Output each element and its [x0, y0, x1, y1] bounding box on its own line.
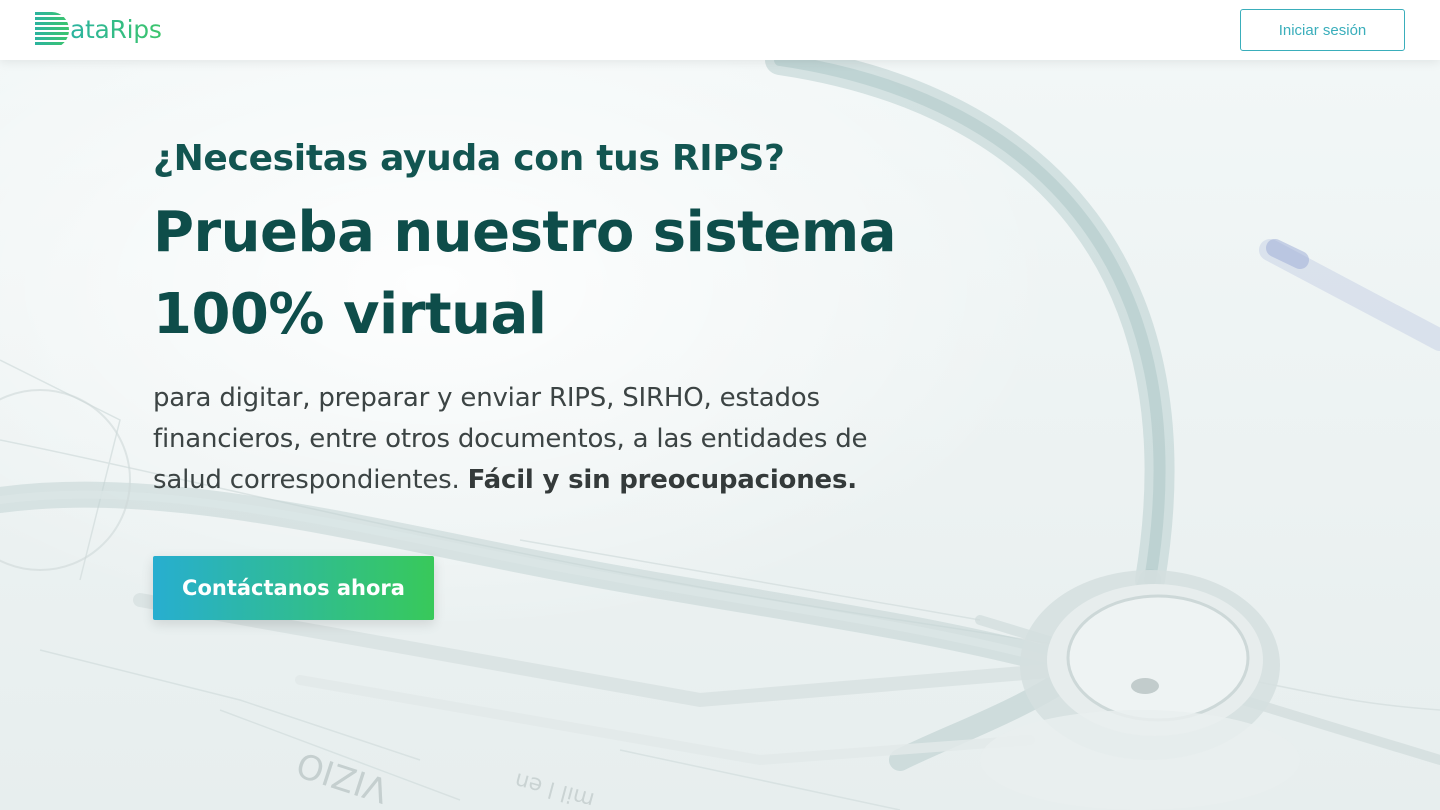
striped-d-logo-icon	[35, 12, 69, 45]
hero-section: VIZIO mil l en ¿Necesitas ayuda con tus …	[0, 60, 1440, 810]
contact-now-button[interactable]: Contáctanos ahora	[153, 556, 434, 620]
background-print-text: mil l en	[512, 767, 597, 810]
brand-logo[interactable]: ataRips	[34, 10, 162, 50]
hero-title-line-1: Prueba nuestro sistema	[153, 200, 897, 265]
hero-description-emphasis: Fácil y sin preocupaciones.	[467, 465, 858, 495]
hero-description: para digitar, preparar y enviar RIPS, SI…	[153, 378, 933, 501]
hero-title-line-2: 100% virtual	[153, 282, 547, 347]
hero-title: Prueba nuestro sistema 100% virtual	[153, 192, 933, 356]
brand-name: ataRips	[70, 10, 162, 50]
background-print-text: VIZIO	[292, 743, 393, 810]
hero-subtitle: ¿Necesitas ayuda con tus RIPS?	[153, 138, 785, 179]
login-button[interactable]: Iniciar sesión	[1240, 9, 1405, 51]
top-nav-bar: ataRips Iniciar sesión	[0, 0, 1440, 60]
